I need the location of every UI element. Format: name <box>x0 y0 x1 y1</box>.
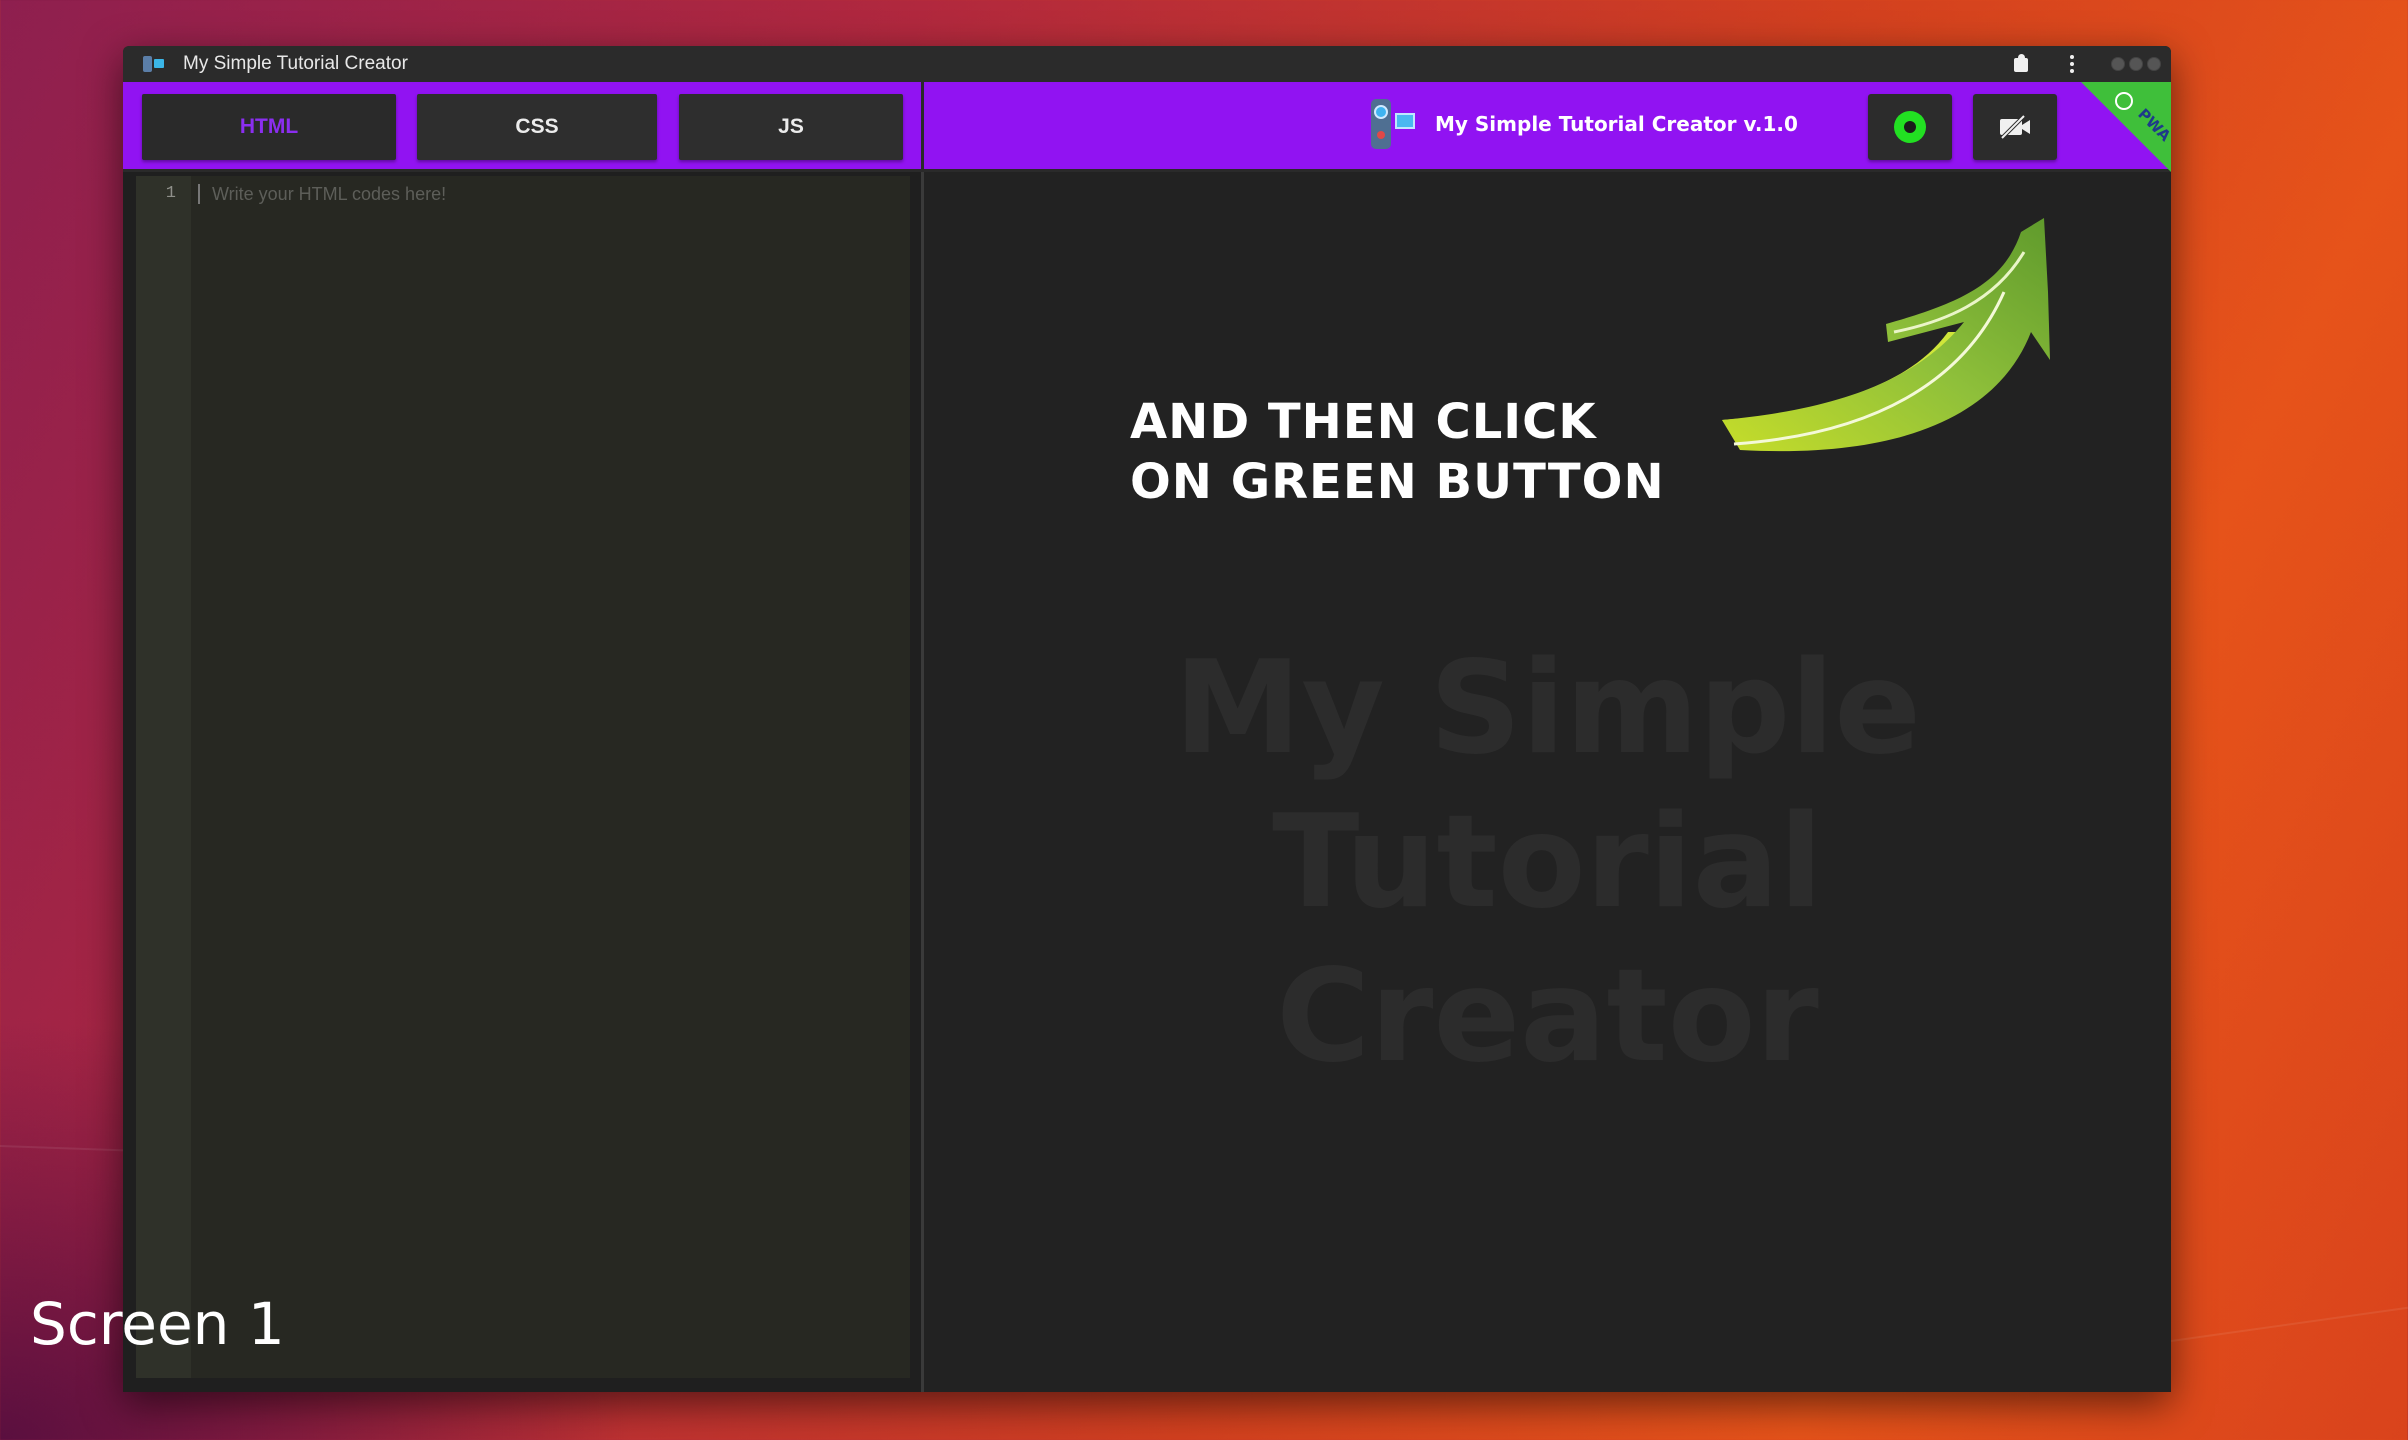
window-title: My Simple Tutorial Creator <box>183 53 408 74</box>
camera-logo-icon <box>1365 97 1419 151</box>
camera-toggle-button[interactable] <box>1973 94 2057 160</box>
window-controls <box>2111 57 2161 71</box>
html-editor: 1 Write your HTML codes here! <box>123 172 921 1392</box>
line-gutter: 1 <box>136 176 191 1378</box>
instruction-callout: AND THEN CLICK ON GREEN BUTTON <box>1130 392 1665 512</box>
close-button[interactable] <box>2147 57 2161 71</box>
wallpaper-line <box>2171 1306 2408 1342</box>
watermark-line1: My Simple Tutorial <box>1173 634 1922 937</box>
toolbar-divider <box>921 82 924 169</box>
maximize-button[interactable] <box>2129 57 2143 71</box>
puzzle-icon[interactable] <box>2011 53 2033 75</box>
watermark: My Simple Tutorial Creator <box>924 632 2171 1094</box>
brand: My Simple Tutorial Creator v.1.0 <box>1365 96 1798 152</box>
app-window: My Simple Tutorial Creator HTML CSS JS M… <box>123 46 2171 1392</box>
clock-icon <box>2115 92 2133 110</box>
callout-line2: ON GREEN BUTTON <box>1130 454 1665 510</box>
title-bar: My Simple Tutorial Creator <box>123 46 2171 82</box>
tab-html[interactable]: HTML <box>142 94 396 160</box>
line-number: 1 <box>165 184 176 203</box>
screen-label: Screen 1 <box>30 1290 285 1358</box>
tab-css[interactable]: CSS <box>417 94 657 160</box>
tab-js[interactable]: JS <box>679 94 903 160</box>
camera-off-icon <box>2000 115 2030 139</box>
editor-placeholder: Write your HTML codes here! <box>212 184 447 204</box>
brand-title: My Simple Tutorial Creator v.1.0 <box>1435 112 1798 136</box>
text-cursor <box>198 184 200 204</box>
record-icon <box>1894 111 1926 143</box>
minimize-button[interactable] <box>2111 57 2125 71</box>
preview-pane: My Simple Tutorial Creator AND THEN CLIC… <box>924 172 2171 1392</box>
kebab-menu-icon[interactable] <box>2061 53 2083 75</box>
app-toolbar: HTML CSS JS My Simple Tutorial Creator v… <box>123 82 2171 172</box>
code-editor[interactable]: 1 Write your HTML codes here! <box>136 176 910 1378</box>
watermark-line2: Creator <box>1276 942 1819 1091</box>
callout-line1: AND THEN CLICK <box>1130 394 1597 450</box>
app-icon <box>143 54 165 74</box>
record-button[interactable] <box>1868 94 1952 160</box>
